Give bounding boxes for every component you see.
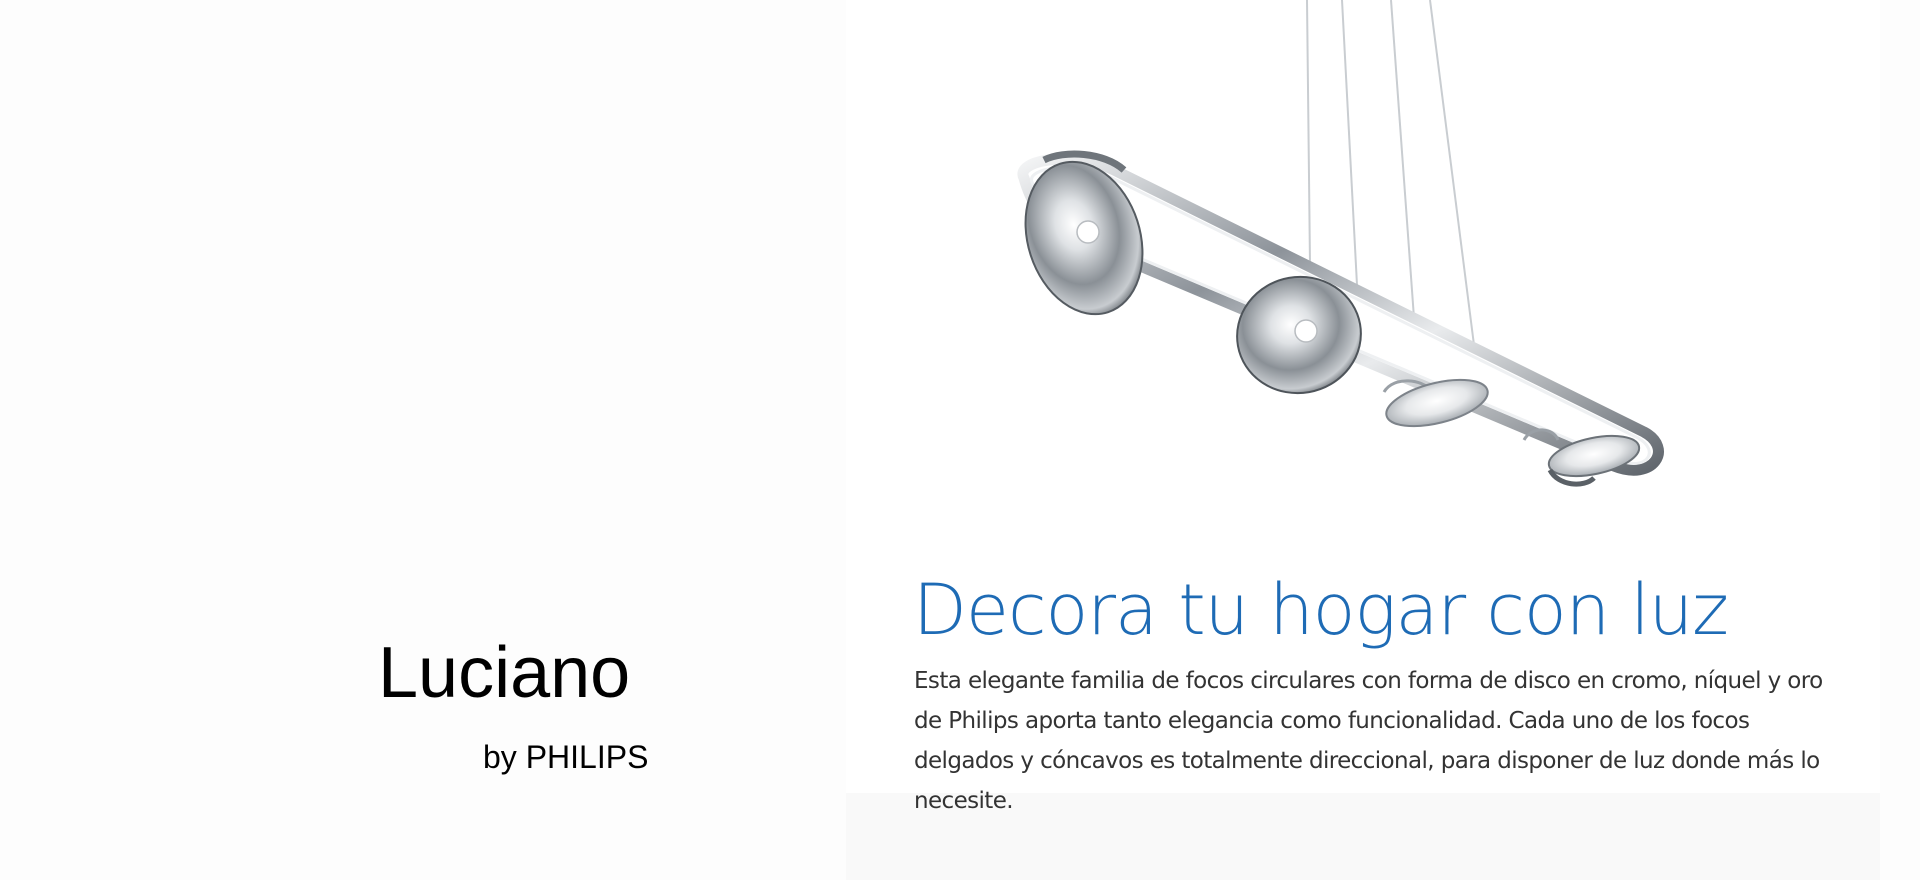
brand-line: by PHILIPS [483,739,649,775]
feature-description: Esta elegante familia de focos circulare… [914,668,1823,814]
pendant-lamp-illustration [1017,0,1664,487]
product-name: Luciano [378,633,631,713]
cable [1341,0,1358,286]
spotlight-lens [1294,319,1318,343]
product-photo [954,0,1704,535]
feature-headline: Decora tu hogar con luz [913,569,1729,651]
cable [1429,0,1475,346]
cover-panel: Luciano by PHILIPS [0,0,846,880]
cable [1306,0,1311,266]
cable [1390,0,1415,319]
spotlight-lens [1076,220,1100,244]
